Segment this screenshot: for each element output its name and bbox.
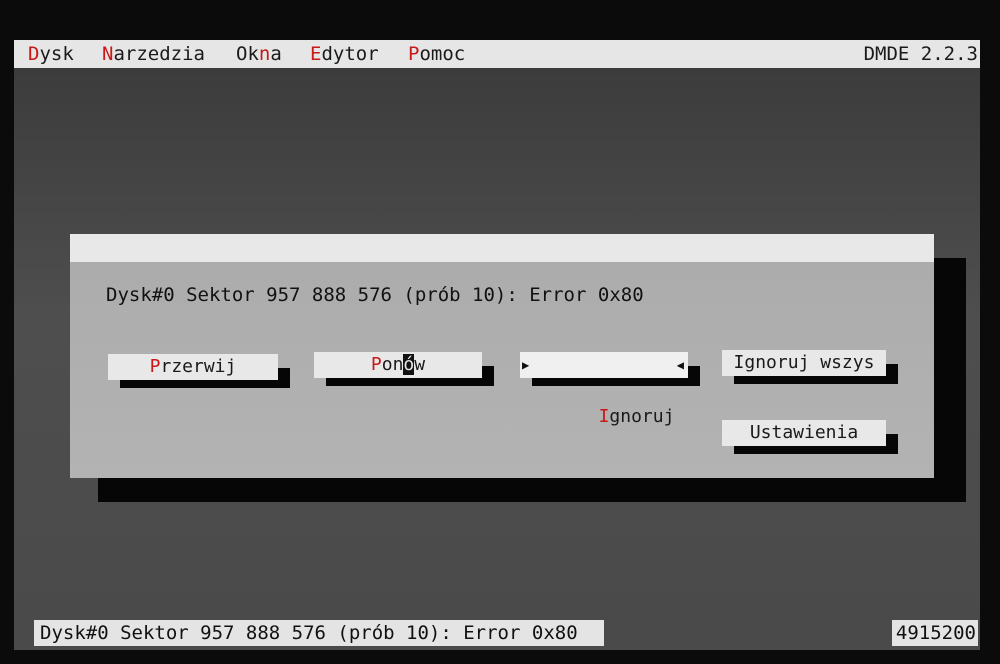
menu-bar: Dysk Narzedzia Okna Edytor Pomoc DMDE 2.… — [14, 40, 980, 68]
status-value: 4915200 — [892, 620, 978, 646]
status-message: Dysk#0 Sektor 957 888 576 (prób 10): Err… — [34, 620, 604, 646]
triangle-left-icon: ◀ — [676, 358, 684, 372]
abort-button-label: rzerwij — [160, 356, 237, 377]
app-version: DMDE 2.2.3 — [863, 43, 978, 65]
menu-edytor[interactable]: Edytor — [310, 40, 379, 68]
menu-dysk[interactable]: Dysk — [28, 40, 74, 68]
retry-button-label-end: w — [414, 354, 426, 375]
abort-button[interactable]: Przerwij — [108, 354, 278, 380]
menu-pomoc[interactable]: Pomoc — [408, 40, 465, 68]
menu-edytor-hotkey: E — [310, 43, 322, 65]
menu-dysk-hotkey: D — [28, 43, 40, 65]
dos-screen: Dysk Narzedzia Okna Edytor Pomoc DMDE 2.… — [14, 40, 980, 650]
menu-narzedzia-label: arzedzia — [113, 43, 205, 65]
menu-dysk-label: ysk — [39, 43, 74, 65]
menu-pomoc-hotkey: P — [408, 43, 420, 65]
menu-narzedzia[interactable]: Narzedzia — [102, 40, 205, 68]
menu-okna[interactable]: Okna — [236, 40, 282, 68]
status-bar: Dysk#0 Sektor 957 888 576 (prób 10): Err… — [14, 620, 980, 646]
abort-button-hotkey: P — [149, 356, 161, 377]
settings-button[interactable]: Ustawienia — [722, 420, 886, 446]
ignore-all-button[interactable]: Ignoruj wszys — [722, 350, 886, 376]
triangle-right-icon: ▶ — [522, 358, 530, 372]
menu-okna-label: a — [270, 43, 282, 65]
retry-button-label-start: on — [381, 354, 404, 375]
retry-button[interactable]: Ponów — [314, 352, 482, 378]
menu-okna-hotkey: n — [258, 43, 271, 65]
dialog-title-bar — [70, 234, 934, 262]
ignore-button[interactable]: ▶ Ignoruj ◀ — [520, 352, 688, 427]
text-cursor: ó — [403, 354, 415, 375]
error-message: Dysk#0 Sektor 957 888 576 (prób 10): Err… — [106, 284, 644, 306]
menu-edytor-label: dytor — [321, 43, 379, 65]
menu-pomoc-label: omoc — [419, 43, 466, 65]
ignore-button-label: gnoruj — [609, 406, 675, 427]
menu-okna-prefix: Ok — [236, 43, 259, 65]
error-dialog: Dysk#0 Sektor 957 888 576 (prób 10): Err… — [70, 234, 934, 478]
menu-narzedzia-hotkey: N — [102, 43, 114, 65]
retry-button-hotkey: P — [370, 354, 382, 375]
ignore-button-hotkey: I — [598, 406, 610, 427]
